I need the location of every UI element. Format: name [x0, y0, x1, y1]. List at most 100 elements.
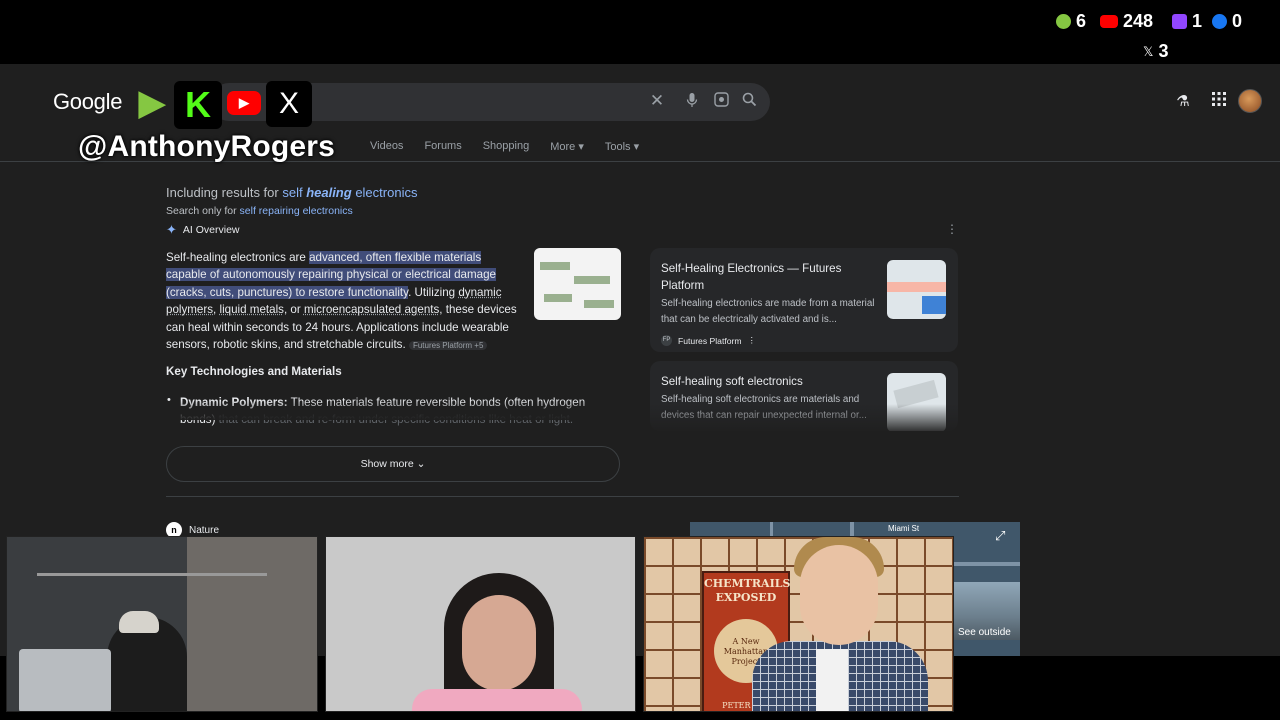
stream-stats-bar: 6 248 1 0 𝕏 3 [0, 0, 1280, 64]
rumble-viewer-count: 6 [1056, 11, 1086, 32]
bottom-bar [0, 712, 1280, 720]
source-card[interactable]: Self-Healing Electronics — Futures Platf… [650, 248, 958, 352]
cap [119, 611, 159, 633]
thumb-shape [922, 296, 946, 314]
chevron-down-icon: ▾ [633, 141, 640, 153]
youtube-icon [1100, 15, 1118, 28]
play-icon: ▶ [227, 91, 261, 115]
show-more-button[interactable]: Show more ⌄ [166, 446, 620, 482]
youtube-viewer-count: 248 [1100, 11, 1153, 32]
rumble-logo-icon: ▶ [138, 84, 166, 122]
shirt [412, 689, 582, 711]
including-results-line: Including results for self healing elect… [166, 185, 417, 200]
tab-more-label: More [550, 141, 576, 153]
source-site-name: Futures Platform [678, 335, 742, 346]
search-tabs: Videos Forums Shopping More ▾ Tools ▾ [370, 140, 660, 153]
ai-overview-header: ✦ AI Overview [166, 222, 240, 238]
apps-grid-icon[interactable] [1210, 92, 1228, 110]
x-count: 3 [1158, 41, 1169, 61]
search-icon[interactable] [740, 92, 758, 110]
rumble-count: 6 [1076, 11, 1087, 31]
ceiling-light [37, 573, 267, 576]
thumb-shape [574, 276, 610, 284]
tab-tools-label: Tools [604, 141, 631, 153]
overview-term-link[interactable]: microencapsulated agents [304, 303, 439, 316]
face [462, 595, 536, 691]
source-chip[interactable]: Futures Platform +5 [408, 341, 488, 351]
streamer-handle: @AnthonyRogers [78, 130, 336, 163]
laptop [19, 649, 111, 711]
thumb-shape [540, 262, 570, 270]
x-logo-icon: X [266, 81, 312, 127]
webcam-tile-guest [325, 536, 636, 712]
twitch-count: 1 [1192, 11, 1203, 31]
labs-flask-icon[interactable]: ⚗ [1174, 92, 1192, 110]
account-avatar[interactable] [1238, 89, 1262, 113]
youtube-count: 248 [1123, 11, 1154, 31]
ai-overview-text: Self-healing electronics are advanced, o… [166, 249, 518, 354]
see-outside-button[interactable]: See outside [954, 582, 1020, 640]
search-only-line: Search only for self repairing electroni… [166, 205, 353, 217]
twitch-icon [1172, 14, 1187, 29]
overview-part: Self-healing electronics are [166, 251, 310, 264]
undershirt [816, 649, 848, 711]
show-more-label: Show more [360, 458, 414, 470]
overview-part: , or [283, 303, 304, 317]
search-only-prefix: Search only for [166, 205, 240, 217]
lens-icon[interactable] [712, 92, 730, 110]
including-term-c: electronics [351, 185, 418, 200]
twitch-viewer-count: 1 [1172, 11, 1202, 32]
search-only-link[interactable]: self repairing electronics [240, 205, 353, 217]
including-term-b: healing [306, 185, 352, 200]
webcam-tile-host [6, 536, 318, 712]
more-options-icon[interactable]: ⋮ [946, 222, 958, 236]
thumb-shape [544, 294, 572, 302]
book-title: CHEMTRAILS EXPOSED [704, 577, 791, 604]
source-thumbnail[interactable] [887, 260, 946, 319]
section-divider [166, 496, 959, 497]
webcam-tile-guest-2: CHEMTRAILS EXPOSED A New Manhattan Proje… [643, 536, 954, 712]
sparkle-icon: ✦ [166, 222, 177, 237]
rumble-icon [1056, 14, 1071, 29]
ai-overview-label: AI Overview [182, 224, 240, 236]
expand-icon[interactable]: ⤢ [995, 528, 1005, 544]
key-technologies-heading: Key Technologies and Materials [166, 365, 342, 378]
source-title[interactable]: Self-Healing Electronics — Futures Platf… [661, 260, 881, 294]
site-favicon: FP [661, 335, 672, 346]
more-options-icon[interactable]: ⋮ [748, 335, 757, 346]
source-snippet: Self-healing electronics are made from a… [661, 298, 875, 325]
tab-forums[interactable]: Forums [424, 140, 461, 153]
overview-diagram-thumbnail[interactable] [534, 248, 621, 320]
facebook-count: 0 [1232, 11, 1243, 31]
map-street-label: Miami St [888, 524, 920, 533]
clear-icon[interactable]: ✕ [648, 92, 666, 110]
x-viewer-count: 𝕏 3 [1143, 41, 1169, 62]
tab-tools[interactable]: Tools ▾ [605, 140, 639, 153]
chevron-down-icon: ⌄ [416, 458, 426, 470]
overview-part: . Utilizing [408, 285, 459, 299]
thumb-shape [887, 282, 946, 292]
tab-more[interactable]: More ▾ [550, 140, 584, 153]
see-outside-label: See outside [958, 627, 1011, 638]
facebook-viewer-count: 0 [1212, 11, 1242, 32]
background-wall [187, 537, 317, 711]
card-fade [650, 404, 958, 434]
google-logo[interactable]: Google [53, 89, 122, 115]
overview-term-link[interactable]: liquid metals [220, 303, 284, 316]
thumb-shape [584, 300, 614, 308]
source-title[interactable]: Self-healing soft electronics [661, 373, 881, 390]
nature-site-name: Nature [189, 524, 220, 536]
youtube-logo-icon: ▶ [222, 81, 266, 125]
face [800, 545, 878, 645]
including-results-link[interactable]: self healing electronics [282, 185, 417, 200]
including-prefix: Including results for [166, 185, 283, 200]
x-icon: 𝕏 [1143, 43, 1154, 59]
kick-logo-icon: K [174, 81, 222, 129]
text-fade [166, 400, 626, 420]
facebook-icon [1212, 14, 1227, 29]
platform-logos: ▶ K ▶ X [130, 81, 312, 129]
tab-videos[interactable]: Videos [370, 140, 403, 153]
microphone-icon[interactable] [683, 92, 701, 110]
tab-shopping[interactable]: Shopping [483, 140, 530, 153]
source-site: FP Futures Platform ⋮ [661, 335, 756, 346]
